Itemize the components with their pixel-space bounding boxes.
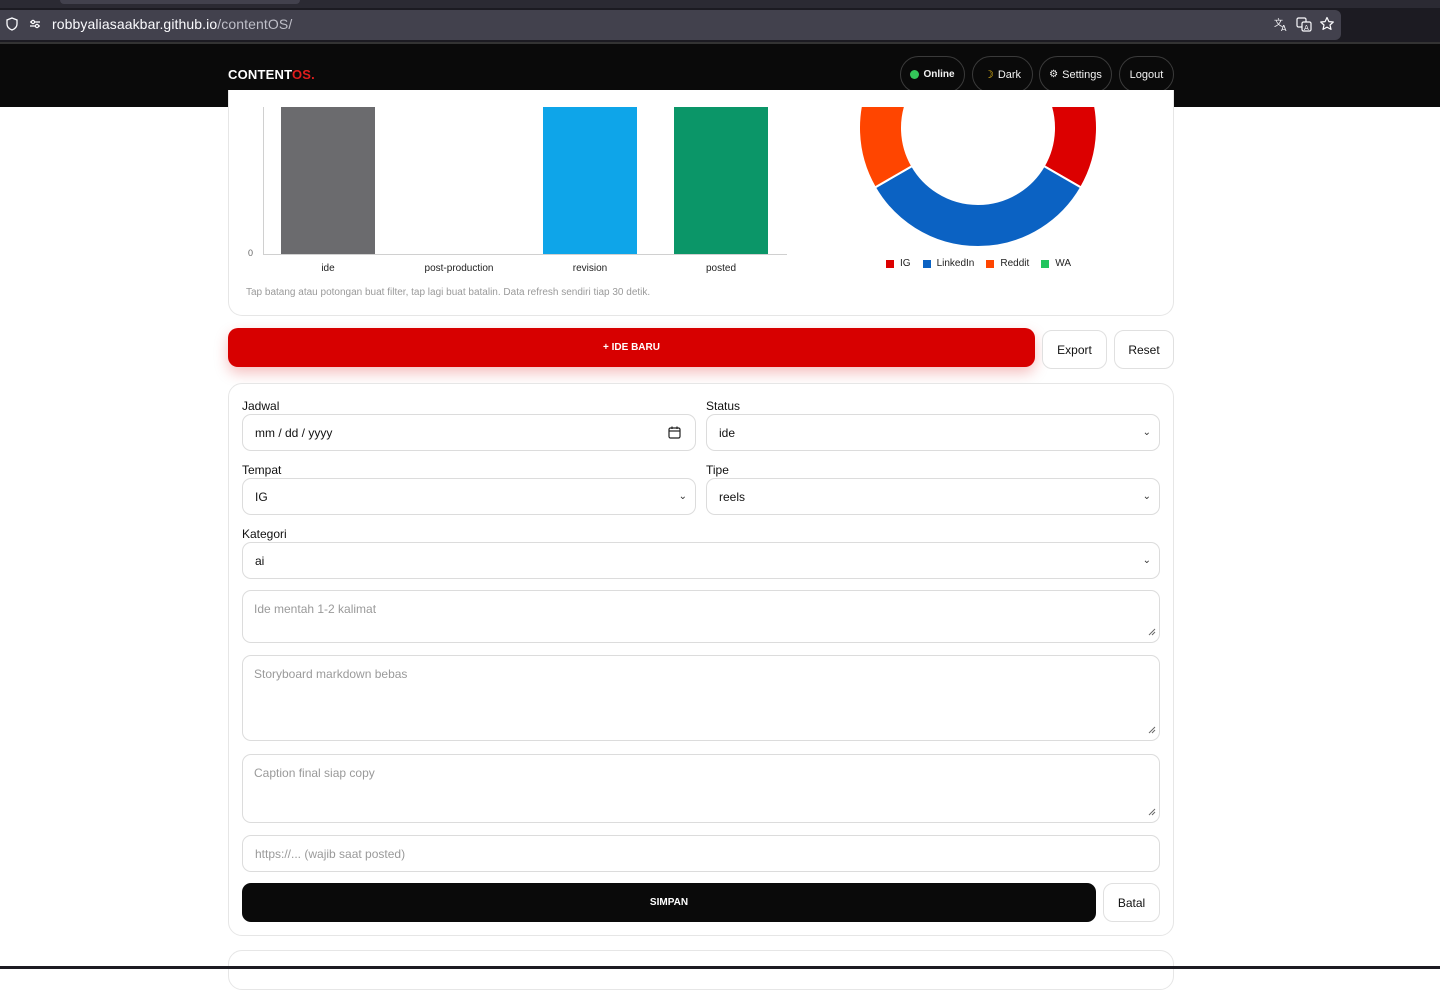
- chart-hint-text: Tap batang atau potongan buat filter, ta…: [246, 287, 651, 298]
- url-path: /contentOS/: [217, 16, 293, 32]
- chevron-down-icon: ⌄: [678, 491, 687, 502]
- resize-handle-icon[interactable]: [1148, 625, 1156, 639]
- caption-textarea[interactable]: Caption final siap copy: [242, 754, 1160, 823]
- tipe-label: Tipe: [706, 463, 729, 477]
- svg-text:A: A: [1281, 24, 1287, 32]
- browser-tab-strip: [0, 0, 1440, 8]
- brand-main: CONTENT: [228, 67, 292, 82]
- bar-label-ide: ide: [321, 263, 335, 274]
- legend-label-wa: WA: [1055, 258, 1072, 269]
- resize-handle-icon[interactable]: [1148, 723, 1156, 737]
- translate-icon[interactable]: 文A: [1273, 16, 1289, 32]
- url-host: robbyaliasaakbar.github.io: [52, 16, 218, 32]
- ide-textarea[interactable]: Ide mentah 1-2 kalimat: [242, 590, 1160, 643]
- logout-label: Logout: [1129, 68, 1164, 81]
- legend-item-wa[interactable]: WA: [1041, 258, 1071, 269]
- status-label: Status: [706, 399, 741, 413]
- donut-slice-linkedin[interactable]: [873, 164, 1083, 248]
- site-settings-icon[interactable]: [27, 16, 43, 32]
- chevron-down-icon: ⌄: [1142, 427, 1151, 438]
- status-value: ide: [719, 425, 736, 440]
- page-translate-icon[interactable]: A: [1296, 16, 1312, 32]
- y-tick-label: 0: [248, 248, 254, 258]
- gear-icon: ⚙: [1049, 69, 1059, 80]
- storyboard-placeholder: Storyboard markdown bebas: [254, 667, 408, 681]
- svg-text:A: A: [1304, 24, 1309, 32]
- link-placeholder: https://... (wajib saat posted): [255, 846, 406, 861]
- legend-item-linkedin[interactable]: LinkedIn: [922, 258, 975, 269]
- bar-posted[interactable]: [674, 107, 768, 254]
- legend-swatch-linkedin: [922, 259, 931, 268]
- chevron-down-icon: ⌄: [1142, 555, 1151, 566]
- dark-label: Dark: [997, 68, 1022, 81]
- url-text[interactable]: robbyaliasaakbar.github.io/contentOS/: [52, 16, 292, 32]
- save-button[interactable]: SIMPAN: [242, 883, 1096, 922]
- tempat-value: IG: [255, 489, 268, 504]
- next-card: [228, 950, 1174, 990]
- moon-icon: ☽: [983, 69, 994, 81]
- kategori-label: Kategori: [242, 527, 287, 541]
- legend-swatch-ig: [886, 259, 894, 268]
- export-button[interactable]: Export: [1042, 330, 1107, 369]
- calendar-icon[interactable]: [668, 426, 681, 442]
- donut-legend: IG LinkedIn Reddit WA: [886, 258, 1071, 269]
- kategori-select[interactable]: ai ⌄: [242, 542, 1160, 579]
- browser-tab[interactable]: [60, 0, 300, 4]
- status-select[interactable]: ide ⌄: [706, 414, 1160, 451]
- jadwal-date-input[interactable]: mm / dd / yyyy: [242, 414, 696, 451]
- settings-label: Settings: [1062, 68, 1102, 81]
- jadwal-label: Jadwal: [242, 399, 280, 413]
- legend-swatch-wa: [1041, 259, 1050, 268]
- legend-label-ig: IG: [900, 258, 911, 269]
- resize-handle-icon[interactable]: [1148, 805, 1156, 819]
- platform-donut-chart: [858, 107, 1098, 249]
- bar-label-post-production: post-production: [424, 263, 494, 274]
- new-idea-button[interactable]: + IDE BARU: [228, 328, 1035, 367]
- tempat-select[interactable]: IG ⌄: [242, 478, 696, 515]
- brand-logo[interactable]: CONTENTOS.: [228, 67, 315, 82]
- legend-item-reddit[interactable]: Reddit: [986, 258, 1029, 269]
- bookmark-star-icon[interactable]: [1319, 16, 1335, 32]
- settings-button[interactable]: ⚙ Settings: [1039, 56, 1112, 93]
- jadwal-value: mm / dd / yyyy: [255, 425, 333, 440]
- chevron-down-icon: ⌄: [1142, 491, 1151, 502]
- shield-icon[interactable]: [4, 16, 20, 32]
- bar-chart-y-axis: [263, 107, 264, 254]
- legend-label-linkedin: LinkedIn: [936, 258, 975, 269]
- dark-mode-button[interactable]: ☽ Dark: [972, 56, 1033, 93]
- bar-revision[interactable]: [543, 107, 637, 254]
- tipe-value: reels: [719, 489, 746, 504]
- bar-label-posted: posted: [705, 263, 737, 274]
- ide-placeholder: Ide mentah 1-2 kalimat: [254, 602, 377, 616]
- cancel-button[interactable]: Batal: [1103, 883, 1160, 922]
- tempat-label: Tempat: [242, 463, 282, 477]
- donut-svg: [858, 107, 1098, 248]
- bar-label-revision: revision: [572, 263, 608, 274]
- kategori-value: ai: [255, 553, 265, 568]
- legend-label-reddit: Reddit: [1000, 258, 1030, 269]
- legend-item-ig[interactable]: IG: [886, 258, 911, 269]
- online-dot-icon: [910, 70, 920, 79]
- logout-button[interactable]: Logout: [1119, 56, 1174, 93]
- legend-swatch-reddit: [986, 259, 995, 268]
- bar-chart-x-axis: [263, 254, 787, 255]
- bar-ide[interactable]: [281, 107, 375, 254]
- online-label: Online: [923, 69, 955, 80]
- brand-accent: OS.: [292, 67, 315, 82]
- reset-button[interactable]: Reset: [1114, 330, 1174, 369]
- link-input[interactable]: https://... (wajib saat posted): [242, 835, 1160, 872]
- tipe-select[interactable]: reels ⌄: [706, 478, 1160, 515]
- storyboard-textarea[interactable]: Storyboard markdown bebas: [242, 655, 1160, 741]
- caption-placeholder: Caption final siap copy: [254, 766, 375, 780]
- online-status-button[interactable]: Online: [900, 56, 965, 93]
